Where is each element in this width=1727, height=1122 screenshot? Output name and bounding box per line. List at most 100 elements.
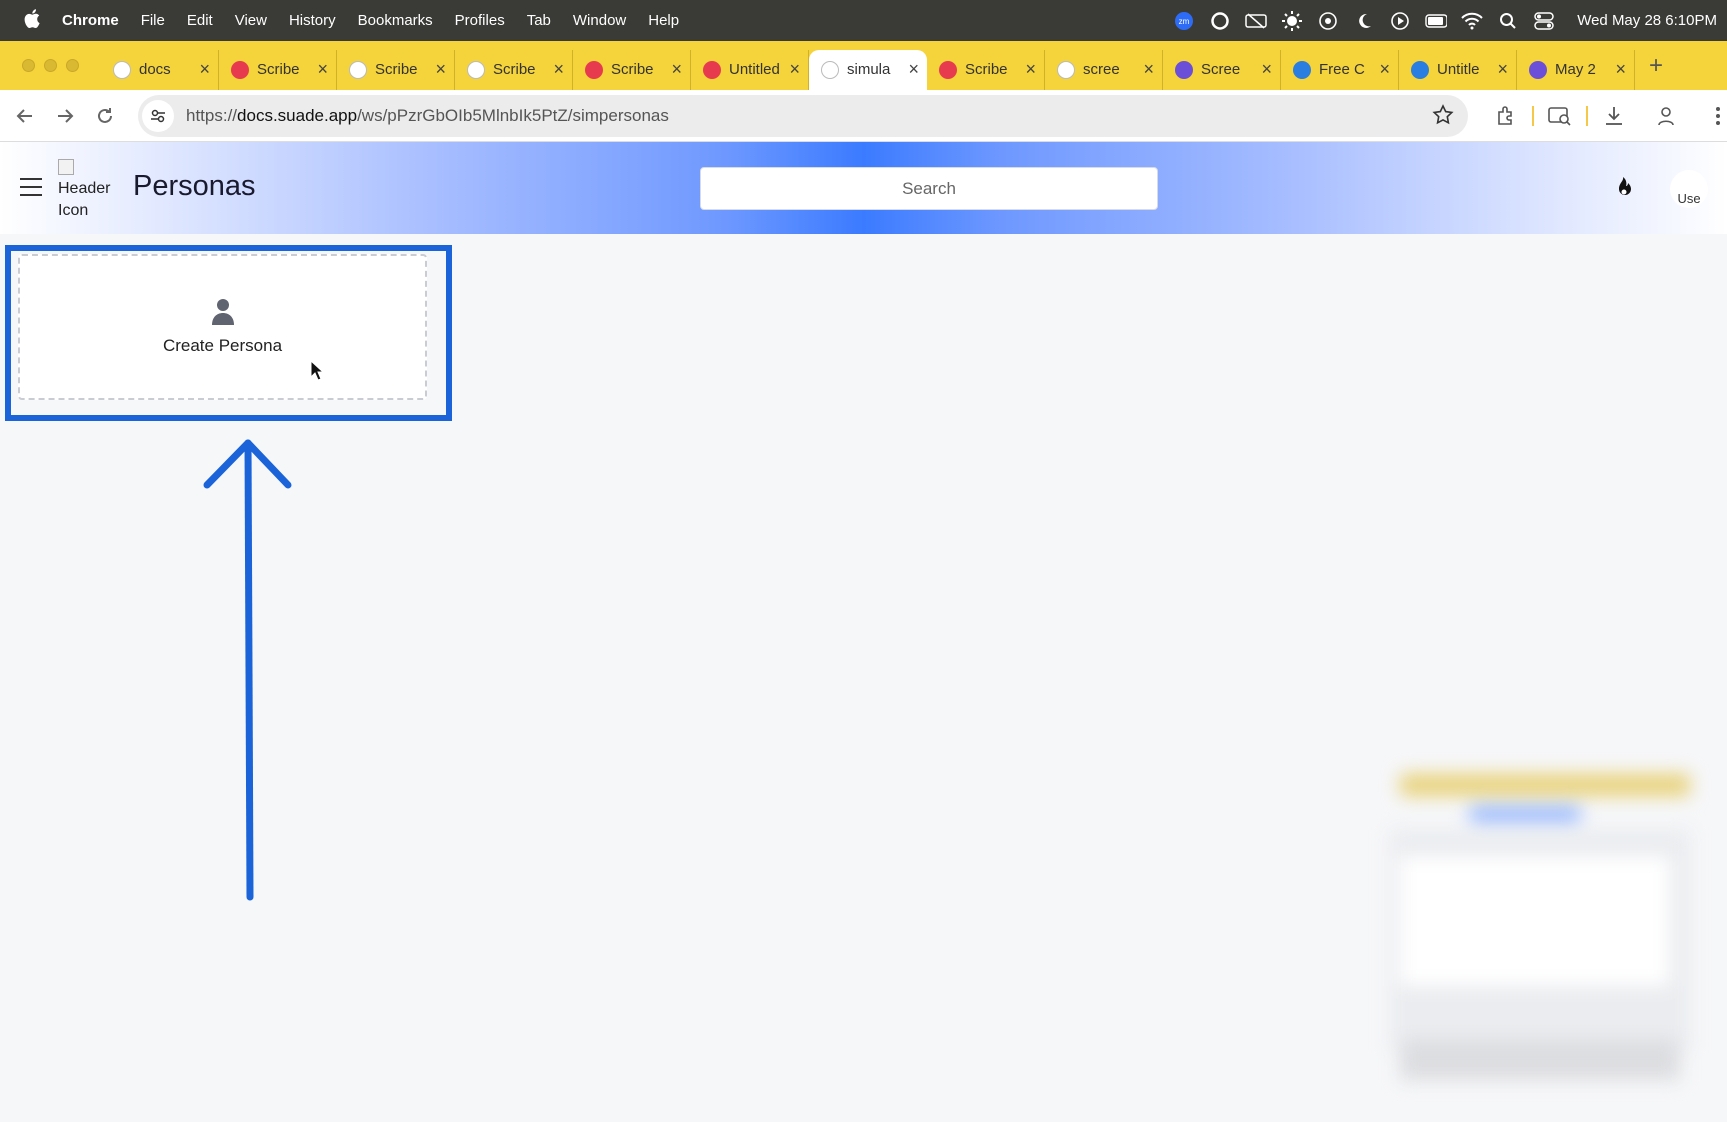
menu-tab[interactable]: Tab [527, 12, 551, 29]
browser-tab[interactable]: Free C × [1281, 49, 1399, 90]
close-tab-icon[interactable]: × [199, 59, 210, 80]
menu-bookmarks[interactable]: Bookmarks [358, 12, 433, 29]
close-tab-icon[interactable]: × [1497, 59, 1508, 80]
close-window-button[interactable] [22, 59, 35, 72]
tab-title: Untitled [729, 61, 780, 78]
user-avatar[interactable]: Use [1670, 170, 1708, 208]
svg-text:zm: zm [1179, 17, 1190, 26]
claude-icon [1529, 60, 1547, 79]
scribe-icon [939, 60, 957, 79]
rainbow-icon [467, 60, 485, 79]
tab-title: Scribe [375, 61, 418, 78]
menu-view[interactable]: View [235, 12, 267, 29]
close-tab-icon[interactable]: × [908, 59, 919, 80]
control-center-icon[interactable] [1533, 10, 1555, 32]
zoom-icon[interactable]: zm [1173, 10, 1195, 32]
close-tab-icon[interactable]: × [1025, 59, 1036, 80]
scribe-icon [231, 60, 249, 79]
close-tab-icon[interactable]: × [317, 59, 328, 80]
menu-profiles[interactable]: Profiles [455, 12, 505, 29]
person-icon [211, 299, 234, 325]
record-icon[interactable] [1209, 10, 1231, 32]
status-icons: zm Wed May 28 6:10PM [1173, 0, 1717, 41]
brightness-icon[interactable] [1281, 10, 1303, 32]
canva-icon [1411, 60, 1429, 79]
browser-tab[interactable]: docs × [101, 49, 219, 90]
menu-history[interactable]: History [289, 12, 336, 29]
page-title: Personas [133, 170, 256, 202]
browser-tab[interactable]: Scribe × [927, 49, 1045, 90]
browser-tab[interactable]: Scree × [1163, 49, 1281, 90]
browser-tab[interactable]: Scribe × [455, 49, 573, 90]
zoom-window-button[interactable] [66, 59, 79, 72]
app-header: Header Icon Personas Use [0, 142, 1727, 234]
address-url[interactable]: https://docs.suade.app/ws/pPzrGbOIb5Mlnb… [186, 106, 669, 126]
menu-file[interactable]: File [141, 12, 165, 29]
menu-help[interactable]: Help [648, 12, 679, 29]
browser-tab[interactable]: Untitled × [691, 49, 809, 90]
browser-tab[interactable]: simula × [809, 49, 927, 90]
wifi-icon[interactable] [1461, 10, 1483, 32]
browser-tab[interactable]: Scribe × [573, 49, 691, 90]
header-logo[interactable]: Header Icon [58, 156, 120, 222]
header-icon-alt: Header Icon [58, 180, 111, 219]
menu-edit[interactable]: Edit [187, 12, 213, 29]
close-tab-icon[interactable]: × [789, 59, 800, 80]
chrome-menu-icon[interactable] [1692, 90, 1727, 142]
forward-arrow-icon [58, 108, 74, 123]
blurred-preview-panel [1380, 760, 1700, 1100]
tabs-list: docs × Scribe × Scribe × Scribe × Scribe × Untitle… [101, 42, 1635, 90]
close-tab-icon[interactable]: × [1615, 59, 1626, 80]
back-arrow-icon [16, 108, 32, 123]
create-persona-button[interactable]: Create Persona [18, 254, 427, 400]
menu-clock[interactable]: Wed May 28 6:10PM [1577, 12, 1717, 29]
close-tab-icon[interactable]: × [553, 59, 564, 80]
vpn-icon[interactable] [1317, 10, 1339, 32]
site-info-icon[interactable] [142, 100, 174, 132]
search-input[interactable] [700, 167, 1158, 210]
flame-icon[interactable] [1610, 175, 1636, 201]
close-tab-icon[interactable]: × [435, 59, 446, 80]
hamburger-menu-icon[interactable] [20, 178, 42, 196]
download-icon[interactable] [1588, 90, 1640, 142]
scribe-icon [703, 60, 721, 79]
browser-tab[interactable]: Scribe × [219, 49, 337, 90]
mouse-cursor-icon [310, 360, 324, 381]
forward-button[interactable] [45, 96, 85, 136]
bookmark-star-icon[interactable] [1432, 104, 1454, 131]
battery-icon[interactable] [1425, 10, 1448, 32]
reload-button[interactable] [85, 96, 125, 136]
menu-app-name[interactable]: Chrome [62, 12, 119, 29]
macos-menu-bar: Chrome File Edit View History Bookmarks … [0, 0, 1727, 41]
browser-tab[interactable]: scree × [1045, 49, 1163, 90]
back-button[interactable] [5, 96, 45, 136]
camera-off-icon[interactable] [1245, 10, 1267, 32]
play-icon[interactable] [1389, 10, 1411, 32]
browser-tab-strip: docs × Scribe × Scribe × Scribe × Scribe × Untitle… [0, 41, 1727, 90]
tab-search-icon[interactable] [1534, 90, 1586, 142]
profile-icon[interactable] [1640, 90, 1692, 142]
close-tab-icon[interactable]: × [1143, 59, 1154, 80]
tab-title: Scree [1201, 61, 1241, 78]
close-tab-icon[interactable]: × [1261, 59, 1272, 80]
apple-icon[interactable] [22, 8, 42, 33]
menu-window[interactable]: Window [573, 12, 626, 29]
extensions-icon[interactable] [1480, 90, 1532, 142]
tab-title: scree [1083, 61, 1120, 78]
tab-title: Free C [1319, 61, 1365, 78]
new-tab-button[interactable]: + [1649, 52, 1663, 80]
close-tab-icon[interactable]: × [1379, 59, 1390, 80]
address-bar[interactable]: https://docs.suade.app/ws/pPzrGbOIb5Mlnb… [138, 95, 1468, 137]
spotlight-search-icon[interactable] [1497, 10, 1519, 32]
url-scheme: https:// [186, 106, 238, 125]
suade-icon [113, 60, 131, 79]
browser-tab[interactable]: Scribe × [337, 49, 455, 90]
create-persona-label: Create Persona [162, 336, 283, 355]
close-tab-icon[interactable]: × [671, 59, 682, 80]
tab-title: Scribe [965, 61, 1008, 78]
browser-tab[interactable]: Untitle × [1399, 49, 1517, 90]
minimize-window-button[interactable] [44, 59, 57, 72]
browser-tab[interactable]: May 2 × [1517, 49, 1635, 90]
url-path: /ws/pPzrGbOIb5MlnbIk5PtZ/simpersonas [357, 106, 669, 125]
moon-icon[interactable] [1353, 10, 1375, 32]
